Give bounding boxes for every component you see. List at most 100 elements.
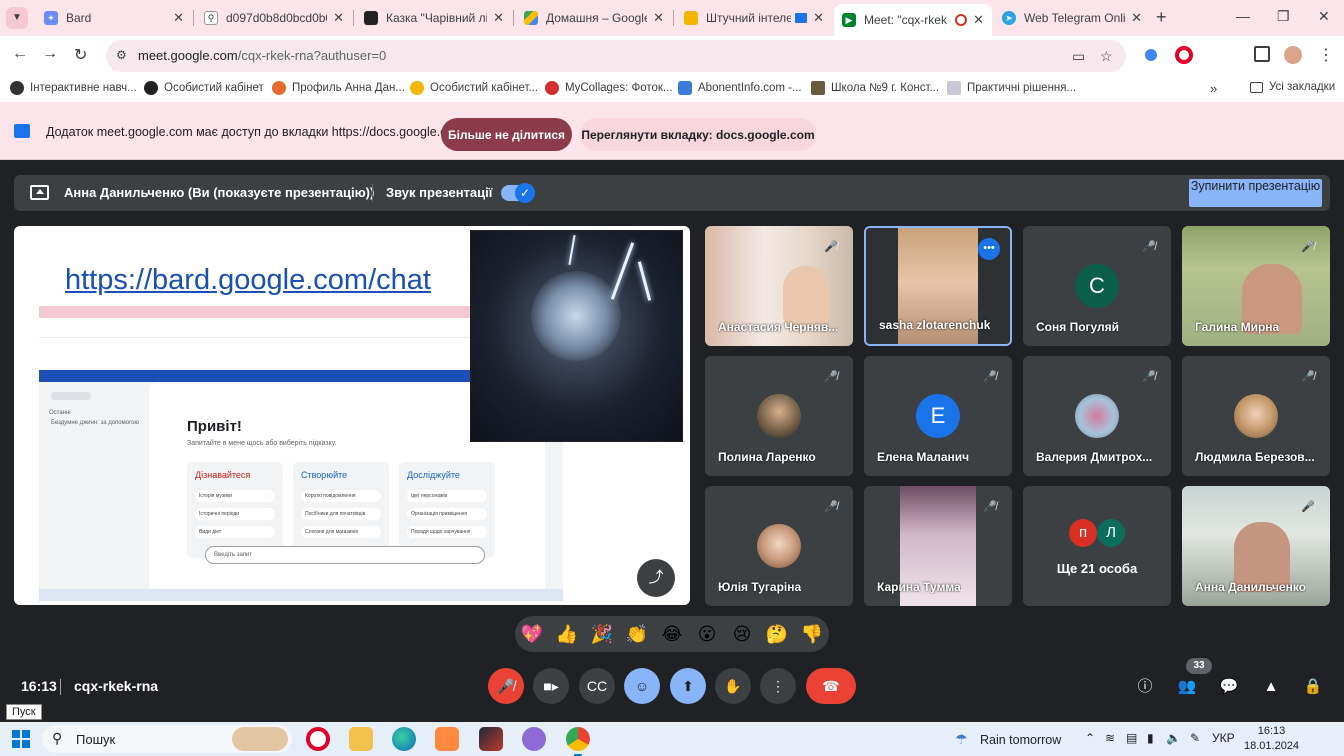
weather-widget[interactable]: ☂ Rain tomorrow [955, 731, 1061, 749]
edge-icon[interactable] [392, 727, 416, 751]
profile-avatar[interactable] [1284, 46, 1302, 64]
more-options-icon[interactable]: ••• [978, 238, 1000, 260]
file-explorer-icon[interactable] [349, 727, 373, 751]
bookmark-item[interactable]: MyCollages: Фоток... [545, 81, 673, 95]
captions-button[interactable]: CC [579, 668, 615, 704]
close-icon[interactable]: ✕ [333, 10, 344, 26]
tab-google-drive[interactable]: Домашня – Google ✕ [516, 4, 672, 32]
bookmark-item[interactable]: Школа №9 г. Конст... [811, 81, 939, 95]
reactions-button[interactable]: ☺ [624, 668, 660, 704]
meeting-info-icon[interactable]: ⓘ [1134, 676, 1156, 698]
surprised-reaction[interactable]: 😮 [695, 624, 719, 646]
sad-reaction[interactable]: 😢 [730, 624, 754, 646]
bookmark-item[interactable]: Профиль Анна Дан... [272, 81, 405, 95]
pen-icon[interactable]: ✎ [1190, 731, 1200, 745]
raise-hand-button[interactable]: ✋ [715, 668, 751, 704]
back-button[interactable]: ← [12, 45, 28, 63]
extension-dot-icon[interactable] [1145, 49, 1157, 61]
close-icon[interactable]: ✕ [493, 10, 504, 26]
opera-icon[interactable] [1175, 46, 1193, 64]
laugh-reaction[interactable]: 😂 [660, 624, 684, 646]
bookmark-item[interactable]: AbonentInfo.com -... [678, 81, 802, 95]
bookmark-item[interactable]: Особистий кабінет... [410, 81, 538, 95]
stop-presenting-button[interactable]: Зупинити презентацію [1189, 179, 1322, 207]
chrome-icon[interactable] [566, 727, 590, 756]
printer-icon[interactable]: ▤ [1126, 731, 1137, 745]
participant-tile[interactable]: 🎤̸ Карина Тумма [864, 486, 1012, 606]
thumbs-down-reaction[interactable]: 👎 [800, 624, 824, 646]
host-controls-icon[interactable]: 🔒 [1302, 676, 1324, 698]
leave-call-button[interactable]: ☎ [806, 668, 856, 704]
bookmarks-overflow-icon[interactable]: » [1210, 81, 1217, 96]
close-icon[interactable]: ✕ [973, 12, 984, 28]
forward-button[interactable]: → [42, 45, 58, 63]
window-close-button[interactable]: ✕ [1318, 8, 1330, 25]
side-panel-icon[interactable] [1254, 46, 1270, 62]
windows-start-button[interactable] [12, 730, 30, 748]
restore-button[interactable]: ❐ [1277, 8, 1290, 25]
camera-icon[interactable]: ▭ [1072, 48, 1085, 65]
tab-bard[interactable]: ✦ Bard ✕ [36, 4, 192, 32]
close-icon[interactable]: ✕ [813, 10, 824, 26]
participant-tile[interactable]: 🎤̸ Юлія Тугаріна [705, 486, 853, 606]
chat-icon[interactable]: 💬 [1218, 676, 1240, 698]
thumbs-up-reaction[interactable]: 👍 [555, 624, 579, 646]
new-tab-button[interactable]: + [1156, 7, 1167, 28]
more-participants-tile[interactable]: п Л Ще 21 особа [1023, 486, 1171, 606]
site-info-icon[interactable]: ⚙ [116, 48, 132, 64]
participant-tile[interactable]: 🎤̸ Полина Ларенко [705, 356, 853, 476]
language-indicator[interactable]: УКР [1212, 731, 1235, 745]
wifi-icon[interactable]: ≋ [1105, 731, 1115, 745]
people-icon[interactable]: 👥 [1176, 676, 1198, 698]
close-icon[interactable]: ✕ [1131, 10, 1142, 26]
system-clock[interactable]: 16:13 18.01.2024 [1244, 724, 1299, 754]
viber-icon[interactable] [522, 727, 546, 751]
slide-link[interactable]: https://bard.google.com/chat [65, 264, 431, 297]
app-icon[interactable] [435, 727, 459, 751]
participant-tile[interactable]: 🎤̸ Людмила Березов... [1182, 356, 1330, 476]
tab-search[interactable]: ⚲ d097d0b8d0bcd0b0 ✕ [196, 4, 352, 32]
speaker-icon[interactable]: 🔈 [1166, 731, 1181, 745]
participant-tile[interactable]: 🎤̸ Анастасия Черняв... [705, 226, 853, 346]
presentation-audio-toggle[interactable]: ✓ [501, 183, 535, 203]
participant-tile[interactable]: 🎤̸ Валерия Дмитрох... [1023, 356, 1171, 476]
participant-tile[interactable]: E 🎤̸ Елена Маланич [864, 356, 1012, 476]
activities-icon[interactable]: ▲ [1260, 676, 1282, 698]
more-options-button[interactable]: ⋮ [760, 668, 796, 704]
bookmark-item[interactable]: Особистий кабінет [144, 81, 264, 95]
camera-button[interactable]: ■▸ [533, 668, 569, 704]
app-icon[interactable] [479, 727, 503, 751]
battery-icon[interactable]: ▮ [1147, 731, 1154, 745]
mic-off-button[interactable]: 🎤̸ [488, 668, 524, 704]
star-icon[interactable]: ☆ [1100, 48, 1113, 65]
all-bookmarks[interactable]: Усі закладки [1250, 81, 1335, 93]
tab-telegram[interactable]: ➤ Web Telegram Onlin ✕ [994, 4, 1150, 32]
browser-menu-icon[interactable]: ⋮ [1318, 45, 1334, 65]
participant-tile[interactable]: 🎤̸ Галина Мирна [1182, 226, 1330, 346]
opera-taskbar-icon[interactable] [306, 727, 330, 751]
participant-tile[interactable]: ••• sasha zlotarenchuk [864, 226, 1012, 346]
party-reaction[interactable]: 🎉 [590, 624, 614, 646]
chevron-up-icon[interactable]: ⌃ [1085, 731, 1095, 745]
address-bar[interactable]: ⚙ meet.google.com/cqx-rkek-rna?authuser=… [106, 40, 1126, 72]
heart-reaction[interactable]: 💖 [520, 624, 544, 646]
bookmark-item[interactable]: Інтерактивне навч... [10, 81, 137, 95]
taskbar-search[interactable]: ⚲ Пошук [42, 725, 292, 753]
minimize-button[interactable]: — [1236, 8, 1250, 24]
participant-tile[interactable]: С 🎤̸ Соня Погуляй [1023, 226, 1171, 346]
clap-reaction[interactable]: 👏 [625, 624, 649, 646]
tab-ai-slides[interactable]: Штучний інтеле ✕ [676, 4, 832, 32]
participant-tile[interactable]: 🎤̸ Анна Данильченко [1182, 486, 1330, 606]
tab-kazka[interactable]: Казка "Чарівний ліс ✕ [356, 4, 512, 32]
share-icon[interactable]: ⤴ [637, 559, 675, 597]
view-shared-tab-button[interactable]: Переглянути вкладку: docs.google.com [580, 118, 816, 151]
present-now-button[interactable]: ⬆ [670, 668, 706, 704]
reload-button[interactable]: ↻ [74, 45, 87, 65]
close-icon[interactable]: ✕ [653, 10, 664, 26]
bookmark-item[interactable]: Практичні рішення... [947, 81, 1076, 95]
stop-sharing-button[interactable]: Більше не ділитися [441, 118, 572, 151]
thinking-reaction[interactable]: 🤔 [765, 624, 789, 646]
tab-search-button[interactable]: ▼ [6, 7, 28, 29]
close-icon[interactable]: ✕ [173, 10, 184, 26]
tab-meet[interactable]: ▶ Meet: "cqx-rkek ✕ [834, 4, 992, 36]
